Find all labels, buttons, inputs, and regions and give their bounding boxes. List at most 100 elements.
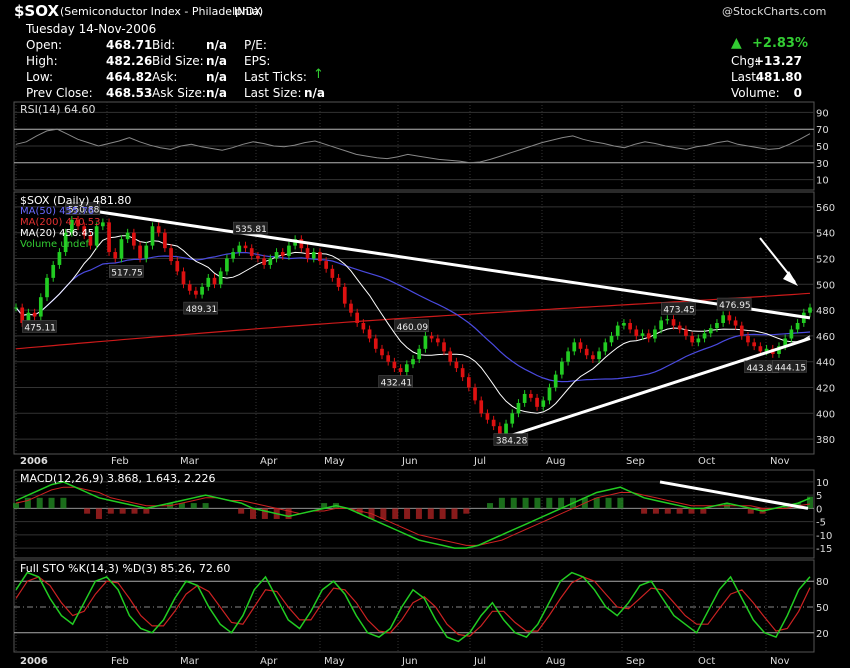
candle-body bbox=[628, 323, 632, 330]
candle-body bbox=[504, 423, 508, 434]
sto-tick-label: 80 bbox=[816, 577, 829, 588]
candle-body bbox=[119, 239, 124, 259]
candle-body bbox=[566, 351, 570, 362]
candle-body bbox=[795, 323, 800, 330]
candle-body bbox=[163, 232, 167, 249]
price-tick-label: 520 bbox=[816, 255, 835, 266]
candle-body bbox=[615, 325, 620, 336]
macd-histogram-bar bbox=[487, 503, 494, 509]
candle-body bbox=[510, 413, 515, 424]
candle-body bbox=[423, 335, 428, 349]
annotation-arrowhead bbox=[783, 271, 798, 286]
candle-body bbox=[32, 312, 37, 317]
candle-body bbox=[739, 325, 744, 336]
macd-histogram-bar bbox=[463, 508, 470, 514]
macd-tick-label: 10 bbox=[816, 478, 829, 489]
macd-histogram-bar bbox=[498, 497, 505, 509]
candle-body bbox=[342, 286, 347, 304]
candle-body bbox=[715, 323, 719, 329]
candle-body bbox=[572, 342, 577, 352]
candle-body bbox=[324, 261, 329, 269]
month-label: Oct bbox=[698, 656, 715, 667]
candle-body bbox=[144, 245, 149, 259]
candle-body bbox=[386, 355, 391, 362]
macd-tick-label: 5 bbox=[816, 491, 822, 502]
price-tick-label: 380 bbox=[816, 435, 835, 446]
macd-histogram-bar bbox=[190, 503, 197, 509]
macd-histogram-bar bbox=[60, 497, 67, 509]
month-label: Jun bbox=[401, 656, 418, 667]
month-label: May bbox=[324, 456, 345, 467]
candle-body bbox=[367, 329, 372, 339]
candle-body bbox=[100, 222, 105, 227]
sto-legend-text: Full STO %K(14,3) %D(3) 85.26, 72.60 bbox=[20, 562, 231, 575]
candle-body bbox=[696, 338, 701, 343]
price-tick-label: 420 bbox=[816, 384, 835, 395]
candle-body bbox=[218, 271, 223, 285]
month-label: Sep bbox=[626, 456, 645, 467]
candle-body bbox=[392, 361, 397, 369]
candle-body bbox=[460, 368, 465, 378]
macd-histogram-bar bbox=[641, 508, 648, 514]
candle-body bbox=[473, 387, 477, 401]
macd-histogram-bar bbox=[107, 508, 114, 514]
candle-body bbox=[677, 325, 682, 330]
price-annotation-label: 476.95 bbox=[719, 301, 751, 311]
candle-body bbox=[336, 277, 341, 287]
rsi-tick-label: 90 bbox=[816, 108, 829, 119]
candle-body bbox=[194, 290, 198, 295]
month-label: 2006 bbox=[20, 656, 48, 667]
rsi-tick-label: 30 bbox=[816, 159, 829, 170]
macd-histogram-bar bbox=[605, 497, 612, 509]
candle-body bbox=[547, 387, 552, 401]
candle-body bbox=[591, 355, 595, 360]
candle-body bbox=[212, 277, 217, 285]
candle-body bbox=[671, 319, 676, 326]
candle-body bbox=[442, 342, 446, 352]
legend-volume: Volume undef bbox=[20, 239, 90, 250]
candle-body bbox=[659, 320, 663, 330]
macd-histogram-bar bbox=[415, 508, 422, 519]
macd-histogram-bar bbox=[593, 497, 600, 509]
candle-body bbox=[330, 268, 335, 278]
month-label: Sep bbox=[626, 656, 645, 667]
macd-histogram-bar bbox=[404, 508, 411, 519]
macd-histogram-bar bbox=[439, 508, 446, 519]
candle-body bbox=[646, 333, 651, 339]
candle-body bbox=[249, 248, 254, 256]
candle-body bbox=[516, 402, 521, 414]
macd-histogram-bar bbox=[534, 497, 541, 509]
candle-body bbox=[758, 346, 763, 352]
candle-body bbox=[529, 393, 533, 398]
candle-body bbox=[417, 348, 422, 360]
candle-body bbox=[553, 374, 558, 388]
macd-tick-label: -5 bbox=[816, 518, 826, 529]
month-label: Jul bbox=[473, 456, 486, 467]
candle-body bbox=[125, 232, 130, 240]
candle-body bbox=[578, 342, 583, 349]
candle-body bbox=[522, 393, 527, 403]
macd-histogram-bar bbox=[510, 497, 517, 509]
macd-histogram-bar bbox=[676, 508, 683, 514]
macd-histogram-bar bbox=[688, 508, 695, 514]
price-tick-label: 480 bbox=[816, 306, 835, 317]
month-label: Apr bbox=[260, 456, 278, 467]
candle-body bbox=[466, 377, 471, 388]
rsi-legend-text: RSI(14) 64.60 bbox=[20, 103, 96, 116]
candle-body bbox=[150, 226, 155, 246]
price-tick-label: 560 bbox=[816, 203, 835, 214]
candle-body bbox=[640, 333, 645, 336]
candle-body bbox=[622, 323, 626, 326]
candle-body bbox=[14, 307, 18, 309]
macd-histogram-bar bbox=[664, 508, 671, 514]
macd-tick-label: 0 bbox=[816, 504, 822, 515]
candle-body bbox=[746, 335, 750, 343]
candle-body bbox=[404, 364, 409, 373]
candle-body bbox=[497, 426, 502, 434]
macd-histogram-bar bbox=[36, 497, 43, 509]
candle-body bbox=[435, 338, 440, 343]
candle-body bbox=[256, 255, 260, 259]
candle-body bbox=[702, 333, 707, 339]
month-label: Mar bbox=[180, 656, 200, 667]
month-label: Feb bbox=[111, 456, 129, 467]
